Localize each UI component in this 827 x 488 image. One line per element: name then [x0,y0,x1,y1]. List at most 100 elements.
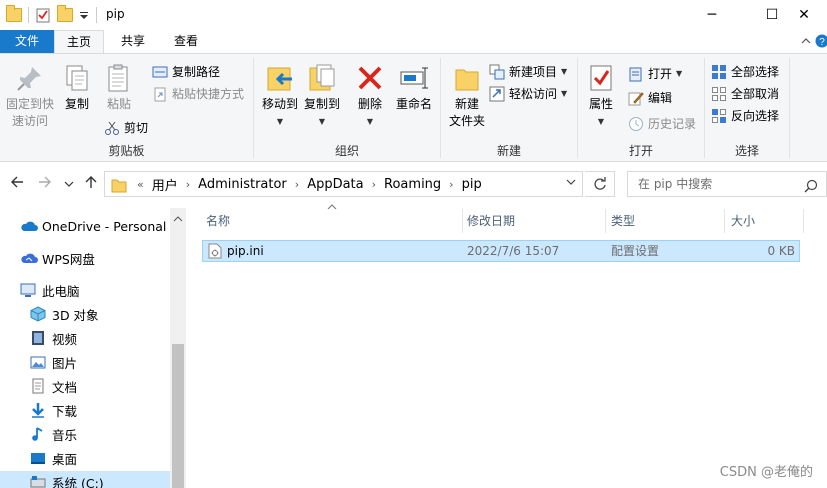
nav-item-3d-objects[interactable]: 3D 对象 [30,303,99,325]
ini-file-icon [207,243,223,265]
nav-item-wps-cloud[interactable]: WPS网盘 [20,247,95,269]
rename-button[interactable]: 重命名 [390,58,438,113]
nav-item-videos[interactable]: 视频 [30,327,77,349]
edit-pencil-icon [628,90,644,106]
invert-selection-button[interactable]: 反向选择 [711,106,779,126]
table-row[interactable]: pip.ini 2022/7/6 15:07 配置设置 0 KB [202,240,800,262]
nav-item-label: WPS网盘 [42,251,95,267]
copy-path-button[interactable]: 复制路径 [152,62,220,82]
nav-item-label: 视频 [52,331,78,347]
scrollbar-thumb[interactable] [172,344,184,488]
new-item-button[interactable]: 新建项目 ▼ [489,62,567,82]
wps-cloud-icon [20,250,38,266]
breadcrumb-roaming[interactable]: Roaming [384,177,441,192]
nav-item-downloads[interactable]: 下载 [30,399,77,421]
file-list: 名称 修改日期 类型 大小 pip.ini 2022/7/6 15:07 配置设… [186,200,827,488]
column-header-modified[interactable]: 修改日期 [467,209,515,233]
dropdown-caret-icon: ▼ [366,117,374,126]
divider [789,58,790,158]
copy-to-label: 复制到 [303,97,340,111]
refresh-button[interactable] [585,171,615,197]
rename-label: 重命名 [395,97,432,111]
breadcrumb-users[interactable]: 用户 [152,175,178,194]
new-folder-icon[interactable] [57,5,73,24]
select-none-icon [711,86,727,102]
svg-text:?: ? [819,37,825,48]
nav-item-documents[interactable]: 文档 [30,375,77,397]
delete-button[interactable]: 删除 ▼ [350,58,390,130]
column-header-size[interactable]: 大小 [731,209,755,233]
open-button[interactable]: 打开 ▼ [628,64,682,84]
divider [96,7,97,23]
nav-item-onedrive[interactable]: OneDrive - Personal [20,215,166,237]
address-bar[interactable]: « 用户 › Administrator › AppData › Roaming… [104,171,583,197]
close-button[interactable]: ✕ [781,0,827,30]
search-icon[interactable] [804,177,818,201]
address-dropdown-icon[interactable] [566,177,576,190]
search-input[interactable]: 在 pip 中搜索 [627,171,827,197]
copy-to-button[interactable]: 复制到 ▼ [298,58,346,130]
open-group: 属性 ▼ 打开 ▼ 编辑 历史记录 打开 [578,54,704,161]
recent-locations-chevron-icon[interactable] [64,177,74,193]
qat-dropdown-icon[interactable] [79,7,89,23]
edit-button[interactable]: 编辑 [628,88,672,108]
select-group-label: 选择 [734,144,759,158]
nav-item-pictures[interactable]: 图片 [30,351,77,373]
nav-item-this-pc[interactable]: 此电脑 [20,279,80,301]
history-button[interactable]: 历史记录 [628,114,696,134]
copy-label: 复制 [64,97,89,111]
new-folder-label-line1: 新建 [454,97,479,111]
new-folder-icon [451,62,483,94]
nav-item-system-drive[interactable]: 系统 (C:) [0,471,170,488]
tab-view[interactable]: 查看 [160,30,212,53]
copy-to-icon [306,62,338,94]
forward-arrow-icon[interactable] [38,175,52,193]
select-all-button[interactable]: 全部选择 [711,62,779,82]
easy-access-icon [489,86,505,102]
copy-button[interactable]: 复制 [54,58,100,113]
help-icon[interactable]: ? [815,34,827,51]
dropdown-caret-icon: ▼ [318,117,326,126]
column-header-name[interactable]: 名称 [206,209,230,233]
delete-x-icon [354,62,386,94]
nav-scrollbar[interactable] [170,208,186,488]
copy-icon [61,62,93,94]
picture-icon [30,354,46,370]
scroll-up-arrow-icon[interactable] [173,212,183,226]
title-bar: pip ─ ☐ ✕ [0,0,827,30]
breadcrumb-pip[interactable]: pip [462,177,482,192]
back-arrow-icon[interactable] [10,175,24,193]
column-header-type[interactable]: 类型 [611,209,635,233]
watermark: CSDN @老俺的 [719,465,813,480]
divider [28,7,29,23]
move-to-button[interactable]: 移动到 ▼ [256,58,304,130]
easy-access-button[interactable]: 轻松访问 ▼ [489,84,567,104]
new-folder-button[interactable]: 新建 文件夹 [443,58,491,130]
nav-item-label: 音乐 [52,427,78,443]
scissors-icon [104,120,120,136]
properties-button[interactable]: 属性 ▼ [578,58,624,130]
paste-shortcut-button[interactable]: 粘贴快捷方式 [152,84,244,104]
tab-file[interactable]: 文件 [0,30,54,53]
desktop-icon [30,450,46,466]
cut-button[interactable]: 剪切 [104,118,148,138]
paste-button[interactable]: 粘贴 [96,58,142,113]
delete-label: 删除 [357,97,382,111]
properties-check-icon[interactable] [35,7,51,23]
minimize-button[interactable]: ─ [689,0,735,30]
up-arrow-icon[interactable] [84,175,98,193]
file-type: 配置设置 [611,244,660,258]
window-title: pip [106,7,125,21]
select-none-button[interactable]: 全部取消 [711,84,779,104]
collapse-ribbon-icon[interactable] [800,35,812,50]
nav-item-music[interactable]: 音乐 [30,423,77,445]
breadcrumb-administrator[interactable]: Administrator [198,177,287,192]
new-group: 新建 文件夹 新建项目 ▼ 轻松访问 ▼ 新建 [441,54,577,161]
pin-quick-access-button[interactable]: 固定到快 速访问 [4,58,56,130]
nav-item-desktop[interactable]: 桌面 [30,447,77,469]
address-overflow-prefix[interactable]: « [137,178,144,191]
tab-home[interactable]: 主页 [54,30,104,53]
tab-share[interactable]: 共享 [108,30,158,53]
breadcrumb-separator-icon: › [185,177,191,191]
breadcrumb-appdata[interactable]: AppData [307,177,363,192]
